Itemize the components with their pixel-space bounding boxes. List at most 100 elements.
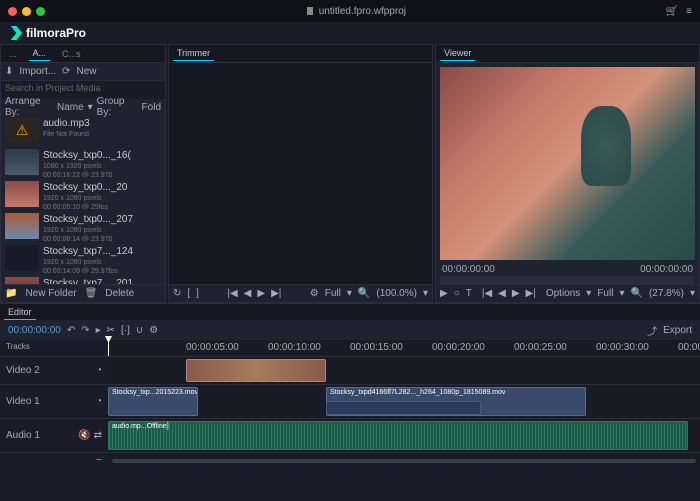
media-meta: 1920 x 1080 pixels xyxy=(43,226,133,235)
audio1-track[interactable]: audio.mp...Offline] xyxy=(108,419,700,452)
ruler-tick: 00:00: xyxy=(678,342,700,353)
import-icon: ⬇ xyxy=(5,66,13,77)
media-item[interactable]: Stocksy_txp0..._201920 x 1080 pixels00:0… xyxy=(1,179,165,211)
media-item[interactable]: Stocksy_txp7..._1241920 x 1080 pixels00:… xyxy=(1,243,165,275)
media-meta: File Not Found xyxy=(43,130,90,139)
new-button[interactable]: New xyxy=(76,66,96,77)
text-icon[interactable]: T xyxy=(466,288,472,299)
viewer-panel: Viewer 00:00:00:00 00:00:00:00 ▶ ○ T |◀ … xyxy=(435,44,700,303)
thumbnail xyxy=(5,277,39,284)
media-title: Stocksy_txp0..._16( xyxy=(43,149,131,162)
media-title: Stocksy_txp7..._124 xyxy=(43,245,133,258)
media-item[interactable]: Stocksy_txp0..._16(1080 x 1920 pixels00:… xyxy=(1,147,165,179)
trimmer-panel: Trimmer ↻ [ ] |◀ ◀ ▶ ▶| ⚙ Full ▾ xyxy=(168,44,433,303)
trash-icon: 🗑 xyxy=(85,288,98,299)
loop-icon[interactable]: ↻ xyxy=(173,288,181,299)
menu-icon[interactable]: ≡ xyxy=(686,6,692,17)
media-item[interactable]: ⚠ audio.mp3File Not Found xyxy=(1,115,165,147)
clip[interactable]: Stocksy_txp...2015223.mov xyxy=(108,387,198,416)
video1-track[interactable]: Stocksy_txp...2015223.mov Stocksy_txpd41… xyxy=(108,385,700,418)
zoom-slider[interactable] xyxy=(112,459,696,463)
folder-icon: 📁 xyxy=(5,288,17,299)
gear-icon[interactable]: ⚙ xyxy=(149,325,158,336)
mute-icon[interactable]: 🔇 xyxy=(78,430,90,441)
group-dropdown[interactable]: Fold xyxy=(142,102,161,113)
titlebar: untitled.fpro.wfpproj 🛒 ≡ xyxy=(0,0,700,22)
bracket-icon[interactable]: [·] xyxy=(121,325,130,336)
prev-frame-icon[interactable]: |◀ xyxy=(227,288,237,299)
close-button[interactable] xyxy=(8,7,17,16)
media-tab-2[interactable]: A... xyxy=(29,46,51,61)
clip-segment[interactable] xyxy=(326,401,481,415)
track-label: Audio 1 xyxy=(6,430,40,441)
export-icon: ⤴ xyxy=(647,323,657,338)
trimmer-tab[interactable]: Trimmer xyxy=(173,46,214,61)
editor-panel: Editor 00:00:00:00 ↶ ↷ ▸ ✂ [·] ∪ ⚙ ⤴ Exp… xyxy=(0,303,700,468)
viewer-viewport[interactable] xyxy=(440,67,695,260)
cut-icon[interactable]: ✂ xyxy=(107,325,115,336)
mark-out-icon[interactable]: ] xyxy=(196,288,199,299)
editor-tab[interactable]: Editor xyxy=(4,305,36,320)
play-icon[interactable]: ▶ xyxy=(440,288,448,299)
ruler-tick: 00:00:20:00 xyxy=(432,342,485,353)
export-button[interactable]: Export xyxy=(663,325,692,336)
mark-in-icon[interactable]: [ xyxy=(187,288,190,299)
media-item[interactable]: Stocksy_txp0..._2071920 x 1080 pixels00:… xyxy=(1,211,165,243)
arrange-dropdown[interactable]: Name xyxy=(57,102,84,113)
track-label: Video 1 xyxy=(6,396,40,407)
video2-track[interactable] xyxy=(108,357,700,384)
options-dropdown[interactable]: Options xyxy=(546,288,580,299)
thumbnail xyxy=(5,245,39,271)
import-button[interactable]: Import... xyxy=(19,66,56,77)
undo-icon[interactable]: ↶ xyxy=(67,325,75,336)
maximize-button[interactable] xyxy=(36,7,45,16)
delete-button[interactable]: Delete xyxy=(105,288,134,299)
thumbnail xyxy=(5,181,39,207)
zoom-out-icon[interactable]: − xyxy=(96,455,102,466)
cursor-icon[interactable]: ▸ xyxy=(96,325,101,336)
settings-icon[interactable]: ⚙ xyxy=(310,288,319,299)
media-tabs: ... A... C...s xyxy=(1,45,165,63)
trimmer-viewport[interactable] xyxy=(169,63,432,284)
media-item[interactable]: Stocksy_txp7..._201 xyxy=(1,275,165,284)
ruler-tick: 00:00:05:00 xyxy=(186,342,239,353)
refresh-icon: ⟳ xyxy=(62,66,70,77)
loop-icon[interactable]: ○ xyxy=(454,288,460,299)
viewer-scrubber[interactable] xyxy=(440,276,695,284)
zoom-icon[interactable]: 🔍 xyxy=(358,288,370,299)
snap-icon[interactable]: ∪ xyxy=(136,325,143,336)
ruler-tick: 00:00:15:00 xyxy=(350,342,403,353)
prev-icon[interactable]: ◀ xyxy=(244,288,252,299)
chevron-down-icon: ▾ xyxy=(619,288,624,299)
minimize-button[interactable] xyxy=(22,7,31,16)
next-icon[interactable]: ▶| xyxy=(271,288,281,299)
media-meta: 1080 x 1920 pixels xyxy=(43,162,131,171)
full-dropdown[interactable]: Full xyxy=(597,288,613,299)
prev-icon[interactable]: ◀ xyxy=(498,288,506,299)
cart-icon[interactable]: 🛒 xyxy=(666,6,678,17)
play-icon[interactable]: ▶ xyxy=(257,288,265,299)
visibility-icon[interactable]: ◔ xyxy=(96,396,102,407)
new-folder-button[interactable]: New Folder xyxy=(25,288,76,299)
timecode[interactable]: 00:00:00:00 xyxy=(8,325,61,336)
viewer-time-left: 00:00:00:00 xyxy=(442,264,495,276)
media-tab-1[interactable]: ... xyxy=(5,47,21,61)
clip[interactable]: audio.mp...Offline] xyxy=(108,421,688,450)
redo-icon[interactable]: ↷ xyxy=(81,325,89,336)
window-title: untitled.fpro.wfpproj xyxy=(319,6,406,17)
timeline-ruler[interactable]: 00:00:05:00 00:00:10:00 00:00:15:00 00:0… xyxy=(108,340,700,356)
skip-start-icon[interactable]: |◀ xyxy=(482,288,492,299)
clip[interactable] xyxy=(186,359,326,382)
media-tab-3[interactable]: C...s xyxy=(58,47,85,61)
next-icon[interactable]: ▶| xyxy=(526,288,536,299)
full-dropdown[interactable]: Full xyxy=(325,288,341,299)
media-title: audio.mp3 xyxy=(43,117,90,130)
play-icon[interactable]: ▶ xyxy=(512,288,520,299)
zoom-value: (100.0%) xyxy=(376,288,417,299)
zoom-icon[interactable]: 🔍 xyxy=(630,288,642,299)
sync-icon[interactable]: ⇄ xyxy=(94,430,102,441)
media-meta: 1920 x 1080 pixels xyxy=(43,258,133,267)
viewer-tab[interactable]: Viewer xyxy=(440,46,475,61)
playhead[interactable] xyxy=(108,340,109,356)
visibility-icon[interactable]: ◔ xyxy=(96,365,102,376)
